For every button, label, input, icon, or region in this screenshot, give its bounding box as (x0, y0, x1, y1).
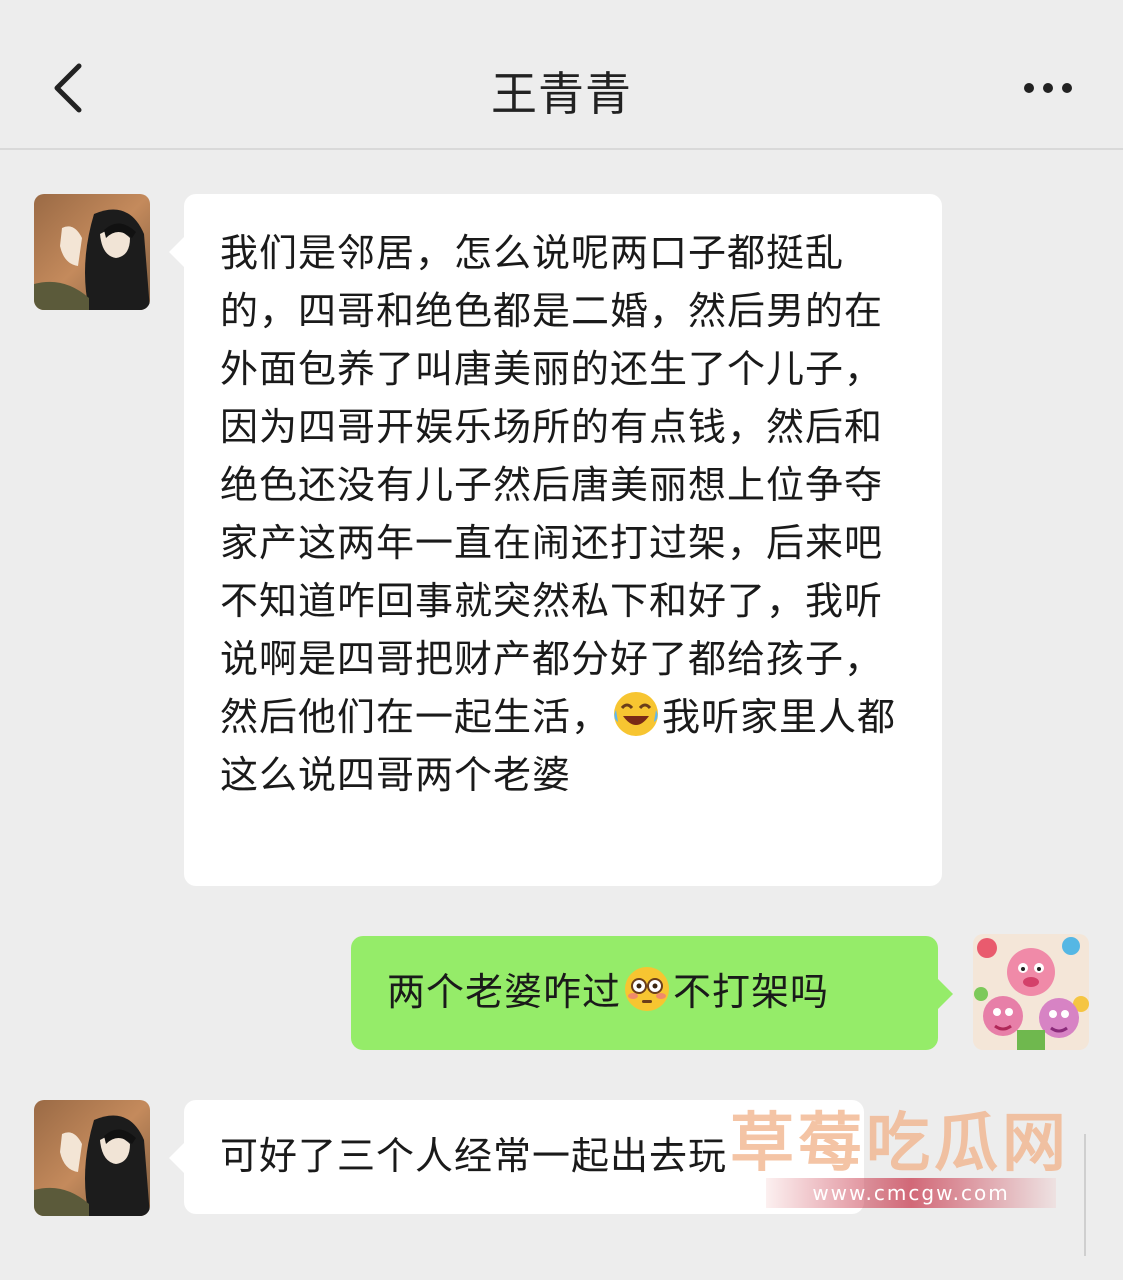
message-bubble[interactable]: 两个老婆咋过 不打架吗 (351, 936, 953, 1050)
bubble-tail (169, 1142, 185, 1174)
flushed-emoji-icon (623, 965, 671, 1013)
watermark: 草莓吃瓜网 www.cmcgw.com (730, 1092, 1090, 1222)
laughing-crying-emoji-icon (612, 690, 660, 738)
contact-avatar[interactable] (34, 194, 150, 310)
more-button[interactable] (1008, 64, 1088, 112)
divider (1084, 1134, 1086, 1256)
chat-header: 王青青 (0, 0, 1123, 150)
self-avatar[interactable] (973, 934, 1089, 1050)
bubble-tail (169, 236, 185, 268)
message-text: 我们是邻居，怎么说呢两口子都挺乱的，四哥和绝色都是二婚，然后男的在外面包养了叫唐… (220, 231, 897, 797)
message-bubble[interactable]: 我们是邻居，怎么说呢两口子都挺乱的，四哥和绝色都是二婚，然后男的在外面包养了叫唐… (169, 194, 942, 886)
ellipsis-icon (1024, 83, 1072, 93)
contact-avatar[interactable] (34, 1100, 150, 1216)
watermark-url: www.cmcgw.com (766, 1178, 1056, 1208)
chat-title: 王青青 (491, 67, 632, 121)
watermark-title: 草莓吃瓜网 (730, 1107, 1070, 1181)
message-text: 两个老婆咋过 不打架吗 (387, 963, 908, 1021)
bubble-tail (937, 978, 953, 1010)
